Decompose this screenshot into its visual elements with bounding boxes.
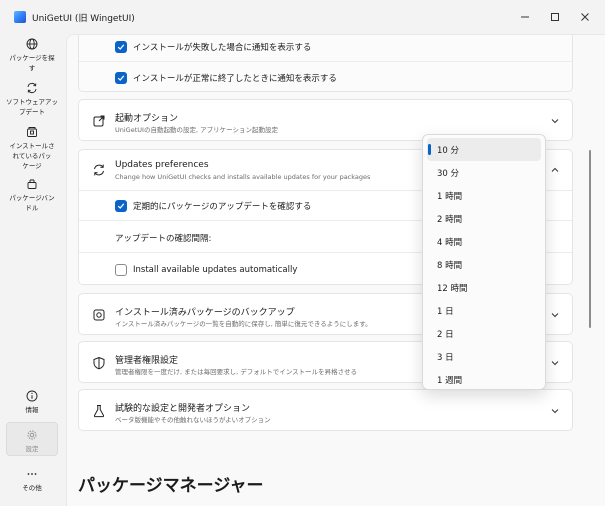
notify-on-success-label: インストールが正常に終了したときに通知を表示する: [133, 74, 337, 84]
info-icon: [26, 390, 38, 402]
sidebar-item-label: パッケージバン ドル: [9, 194, 55, 212]
sidebar-item-label: インストールさ れているパッ ケージ: [9, 142, 55, 170]
notification-settings-card: インストールが失敗した場合に通知を表示する インストールが正常に終了したときに通…: [78, 35, 573, 92]
interval-option[interactable]: 10 分: [427, 138, 541, 161]
auto-install-checkbox[interactable]: [115, 264, 127, 276]
app-logo-icon: [14, 11, 26, 23]
flask-icon: [93, 405, 105, 418]
gear-icon: [27, 430, 37, 440]
periodic-check-checkbox[interactable]: [115, 200, 127, 212]
close-icon: [581, 13, 589, 21]
sidebar-item-label: その他: [22, 484, 42, 492]
minimize-button[interactable]: [511, 8, 539, 26]
minimize-icon: [521, 16, 529, 18]
checkmark-icon: [117, 75, 125, 81]
installed-icon: [27, 127, 37, 137]
backup-icon: [93, 309, 105, 321]
interval-option[interactable]: 12 時間: [427, 276, 541, 299]
open-external-icon: [93, 115, 105, 127]
sidebar-item-label: ソフトウェアアッ プデート: [6, 98, 58, 116]
maximize-icon: [551, 13, 559, 21]
divider: [79, 61, 572, 62]
notify-on-failure-label: インストールが失敗した場合に通知を表示する: [133, 43, 312, 53]
interval-option[interactable]: 8 時間: [427, 253, 541, 276]
title-bar: UniGetUI (旧 WingetUI): [0, 0, 605, 34]
interval-option[interactable]: 1 時間: [427, 184, 541, 207]
chevron-down-icon: [551, 409, 559, 414]
interval-option[interactable]: 4 時間: [427, 230, 541, 253]
interval-option[interactable]: 2 日: [427, 322, 541, 345]
sidebar-item-label: パッケージを探 す: [9, 54, 55, 72]
package-managers-heading: パッケージマネージャー: [78, 476, 264, 496]
close-button[interactable]: [571, 8, 599, 26]
sidebar-item-label: 設定: [25, 445, 39, 453]
vertical-scrollbar[interactable]: [589, 150, 591, 328]
experimental-settings-card[interactable]: 試験的な設定と開発者オプション ベータ版機能やその他触れないほうがよいオプション: [78, 389, 573, 431]
chevron-down-icon: [551, 313, 559, 318]
admin-settings-title: 管理者権限設定: [115, 356, 179, 366]
sidebar-item-label: 情報: [25, 406, 39, 414]
chevron-down-icon: [551, 119, 559, 124]
auto-install-row[interactable]: Install available updates automatically: [115, 264, 297, 276]
bundle-icon: [27, 179, 37, 189]
experimental-settings-title: 試験的な設定と開発者オプション: [115, 404, 251, 414]
updates-preferences-title: Updates preferences: [115, 160, 209, 170]
auto-install-label: Install available updates automatically: [133, 265, 298, 275]
interval-option[interactable]: 3 日: [427, 345, 541, 368]
admin-settings-subtitle: 管理者権限を一度だけ, または毎回要求し, デフォルトでインストールを昇格させる: [115, 368, 358, 376]
notify-on-success-checkbox[interactable]: [115, 72, 127, 84]
updates-preferences-subtitle: Change how UniGetUI checks and installs …: [115, 173, 371, 181]
backup-subtitle: インストール済みパッケージの一覧を自動的に保存し, 簡単に復元できるようにします…: [115, 320, 372, 328]
update-interval-dropdown[interactable]: 10 分 30 分 1 時間 2 時間 4 時間 8 時間 12 時間 1 日 …: [422, 134, 546, 390]
startup-options-title: 起動オプション: [115, 114, 179, 124]
update-interval-label: アップデートの確認間隔:: [115, 234, 212, 244]
interval-option[interactable]: 1 日: [427, 299, 541, 322]
sidebar: パッケージを探 す ソフトウェアアッ プデート インストールさ れているパッ ケ…: [0, 34, 64, 506]
sidebar-item-more[interactable]: その他: [6, 468, 58, 494]
refresh-icon: [27, 82, 37, 94]
sidebar-item-updates[interactable]: ソフトウェアアッ プデート: [6, 82, 58, 118]
sidebar-item-bundles[interactable]: パッケージバン ドル: [6, 178, 58, 214]
notify-on-failure-checkbox[interactable]: [115, 41, 127, 53]
interval-option[interactable]: 1 週間: [427, 368, 541, 391]
chevron-up-icon: [551, 167, 559, 172]
sidebar-item-discover[interactable]: パッケージを探 す: [6, 38, 58, 74]
chevron-down-icon: [551, 361, 559, 366]
window-title: UniGetUI (旧 WingetUI): [32, 14, 135, 24]
experimental-settings-subtitle: ベータ版機能やその他触れないほうがよいオプション: [115, 416, 271, 424]
maximize-button[interactable]: [541, 8, 569, 26]
more-icon: [27, 473, 37, 475]
notify-on-failure-row[interactable]: インストールが失敗した場合に通知を表示する: [115, 41, 311, 53]
notify-on-success-row[interactable]: インストールが正常に終了したときに通知を表示する: [115, 72, 337, 84]
periodic-check-label: 定期的にパッケージのアップデートを確認する: [133, 202, 312, 212]
sidebar-item-about[interactable]: 情報: [6, 390, 58, 416]
interval-option[interactable]: 30 分: [427, 161, 541, 184]
backup-title: インストール済みパッケージのバックアップ: [115, 308, 295, 318]
globe-icon: [26, 38, 38, 50]
sidebar-item-settings[interactable]: 設定: [6, 422, 58, 456]
refresh-icon: [94, 164, 104, 176]
shield-icon: [93, 356, 105, 370]
startup-options-subtitle: UniGetUIの自動起動の設定, アプリケーション起動設定: [115, 126, 278, 134]
sidebar-item-installed[interactable]: インストールさ れているパッ ケージ: [6, 126, 58, 170]
checkmark-icon: [117, 44, 125, 50]
interval-option[interactable]: 2 時間: [427, 207, 541, 230]
periodic-check-row[interactable]: 定期的にパッケージのアップデートを確認する: [115, 200, 311, 212]
checkmark-icon: [117, 203, 125, 209]
